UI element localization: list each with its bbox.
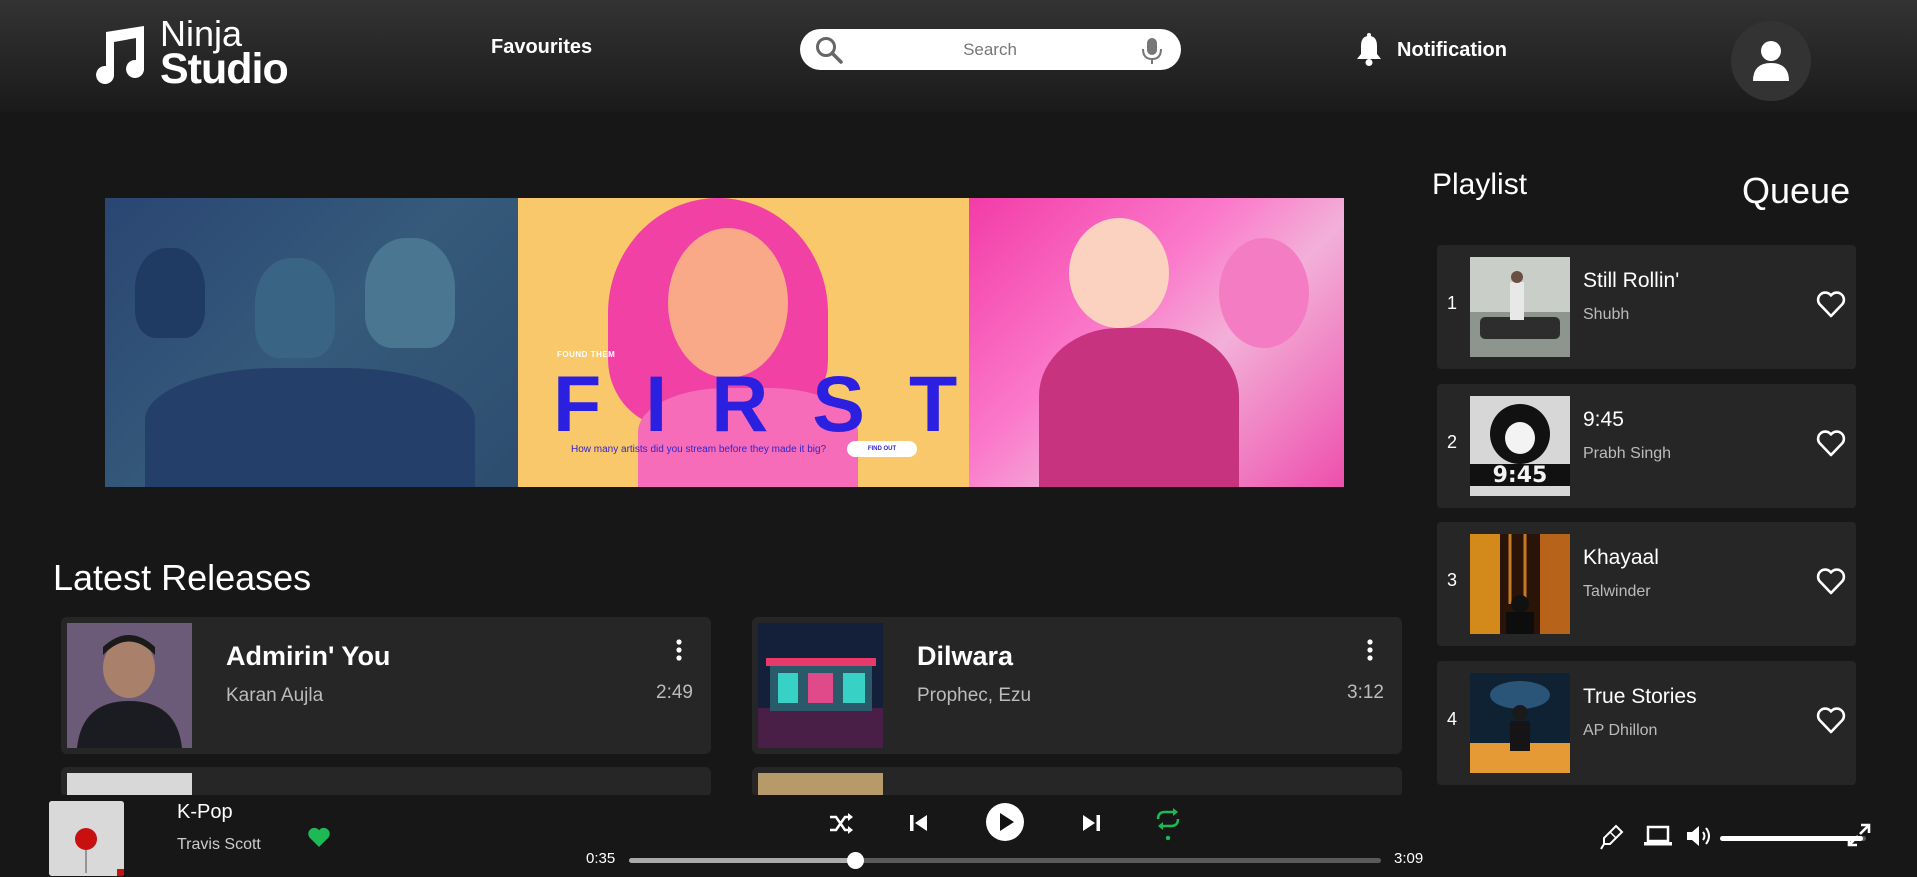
search-bar[interactable]: [800, 29, 1181, 70]
app-logo[interactable]: Ninja Studio: [86, 15, 289, 94]
release-title: Dilwara: [917, 641, 1014, 671]
playlist-item[interactable]: 4 True Stories AP Dhillon: [1437, 661, 1856, 785]
album-art: [49, 801, 124, 876]
player-bar: K-Pop Travis Scott 0:35 3:09: [0, 795, 1917, 877]
profile-avatar[interactable]: [1731, 21, 1811, 101]
album-art: [67, 623, 192, 748]
album-art: [1470, 257, 1570, 357]
release-card[interactable]: Admirin' You Karan Aujla 2:49: [61, 617, 711, 754]
album-art: [758, 773, 883, 797]
shuffle-icon[interactable]: [829, 812, 854, 835]
liked-heart-icon[interactable]: [307, 826, 331, 848]
release-artist: Karan Aujla: [226, 685, 324, 706]
playlist-item-title: Khayaal: [1583, 546, 1659, 569]
release-duration: 3:12: [1347, 682, 1384, 703]
favourites-link[interactable]: Favourites: [491, 36, 592, 59]
latest-releases-title: Latest Releases: [53, 557, 312, 598]
now-playing-art[interactable]: [49, 801, 124, 876]
notification-label: Notification: [1397, 38, 1507, 61]
progress-thumb[interactable]: [846, 852, 864, 869]
release-card[interactable]: [61, 767, 711, 797]
search-input[interactable]: [860, 29, 1120, 70]
microphone-icon[interactable]: [1600, 824, 1624, 850]
logo-line2: Studio: [160, 45, 289, 94]
search-icon[interactable]: [814, 35, 844, 65]
next-icon[interactable]: [1081, 812, 1103, 834]
album-art: 9:45: [1470, 396, 1570, 496]
album-art: [67, 773, 192, 797]
playlist-item-artist: Prabh Singh: [1583, 445, 1672, 462]
release-artist: Prophec, Ezu: [917, 685, 1032, 706]
volume-slider[interactable]: [1720, 836, 1866, 841]
album-art: [758, 623, 883, 748]
play-icon: [1000, 813, 1014, 831]
top-bar: Ninja Studio Favourites Notification: [0, 0, 1917, 112]
banner-figure: [668, 228, 788, 378]
bell-icon: [1357, 33, 1381, 66]
mic-icon[interactable]: [1140, 37, 1164, 65]
previous-icon[interactable]: [907, 812, 929, 834]
playlist-item-number: 4: [1447, 709, 1458, 729]
expand-icon[interactable]: [1847, 823, 1871, 847]
release-card[interactable]: [752, 767, 1402, 797]
banner-question: How many artists did you stream before t…: [571, 444, 827, 455]
banner-figure: [145, 368, 475, 487]
current-time: 0:35: [586, 850, 616, 867]
playlist-item[interactable]: 3 Khayaal Talwinder: [1437, 522, 1856, 646]
banner-figure: [1219, 238, 1309, 348]
banner-figure: [365, 238, 455, 348]
notification-link[interactable]: Notification: [1353, 30, 1507, 70]
playlist-item-title: True Stories: [1583, 685, 1697, 708]
banner-figure: [1039, 328, 1239, 487]
heart-icon[interactable]: [1816, 706, 1846, 734]
album-art: [1470, 534, 1570, 634]
progress-fill: [629, 858, 855, 863]
release-title: Admirin' You: [226, 641, 391, 671]
playlist-item-number: 3: [1447, 570, 1458, 590]
music-note-icon: [96, 26, 145, 84]
device-icon[interactable]: [1644, 825, 1672, 847]
playlist-item-artist: Talwinder: [1583, 583, 1651, 600]
playlist-item-title: 9:45: [1583, 408, 1624, 431]
repeat-icon[interactable]: [1155, 807, 1181, 841]
banner-figure: [135, 248, 205, 338]
tab-queue[interactable]: Queue: [1742, 170, 1850, 212]
banner-figure: [1069, 218, 1169, 328]
progress-bar[interactable]: [629, 852, 1381, 869]
playlist-item[interactable]: 1 Still Rollin' Shubh: [1437, 245, 1856, 369]
release-duration: 2:49: [656, 682, 693, 703]
dots-icon[interactable]: [676, 639, 682, 661]
banner-image-right: [969, 198, 1344, 487]
play-button[interactable]: [986, 803, 1024, 841]
playlist-item-title: Still Rollin': [1583, 269, 1680, 292]
now-playing-artist: Travis Scott: [177, 836, 261, 853]
playlist-item[interactable]: 2 9:45 9:45 Prabh Singh: [1437, 384, 1856, 508]
album-art: [1470, 673, 1570, 773]
find-out-button[interactable]: FIND OUT: [847, 441, 917, 457]
dots-icon[interactable]: [1367, 639, 1373, 661]
total-time: 3:09: [1394, 850, 1424, 867]
svg-text:9:45: 9:45: [1493, 463, 1548, 488]
playlist-item-artist: AP Dhillon: [1583, 722, 1658, 739]
banner-image-left: [105, 198, 518, 487]
banner-figure: [255, 258, 335, 358]
heart-icon[interactable]: [1816, 567, 1846, 595]
heart-icon[interactable]: [1816, 290, 1846, 318]
banner-headline: FIRST: [553, 359, 1002, 448]
tab-playlist[interactable]: Playlist: [1432, 168, 1527, 202]
volume-fill: [1720, 836, 1864, 841]
playlist-item-number: 2: [1447, 432, 1458, 452]
release-card[interactable]: Dilwara Prophec, Ezu 3:12: [752, 617, 1402, 754]
user-icon: [1753, 41, 1789, 81]
volume-icon[interactable]: [1685, 824, 1713, 848]
playlist-item-number: 1: [1447, 293, 1458, 313]
logo-text: Ninja Studio: [160, 15, 289, 94]
heart-icon[interactable]: [1816, 429, 1846, 457]
playlist-item-artist: Shubh: [1583, 306, 1630, 323]
now-playing-title: K-Pop: [177, 801, 233, 823]
